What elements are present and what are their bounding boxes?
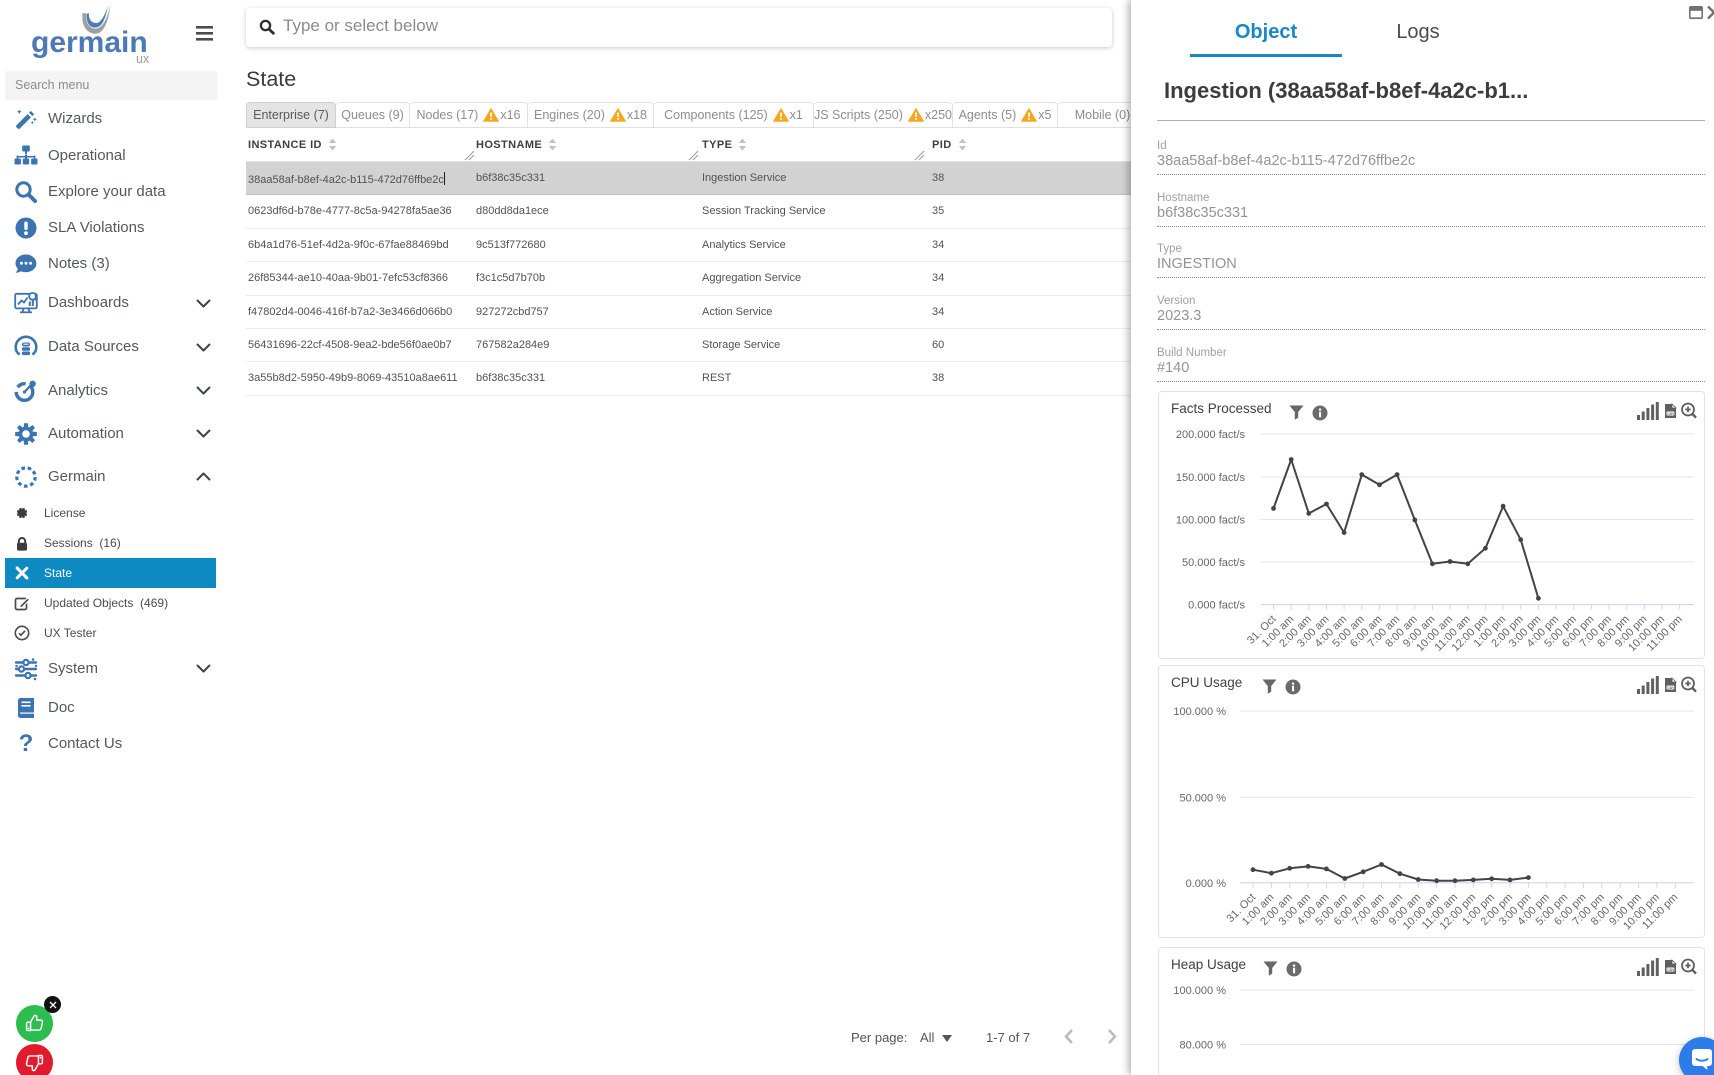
svg-text:100.000 %: 100.000 % bbox=[1173, 985, 1226, 997]
svg-text:0.000 fact/s: 0.000 fact/s bbox=[1188, 600, 1245, 612]
svg-text:ux: ux bbox=[136, 52, 150, 66]
svg-text:150.000 fact/s: 150.000 fact/s bbox=[1176, 472, 1246, 484]
svg-text:50.000 %: 50.000 % bbox=[1180, 792, 1227, 804]
svg-text:100.000 %: 100.000 % bbox=[1173, 706, 1226, 718]
svg-text:germain: germain bbox=[31, 26, 148, 59]
svg-text:80.000 %: 80.000 % bbox=[1180, 1040, 1227, 1052]
svg-text:200.000 fact/s: 200.000 fact/s bbox=[1176, 429, 1246, 441]
svg-text:100.000 fact/s: 100.000 fact/s bbox=[1176, 515, 1246, 527]
svg-text:0.000 %: 0.000 % bbox=[1186, 878, 1227, 890]
svg-text:50.000 fact/s: 50.000 fact/s bbox=[1182, 557, 1245, 569]
